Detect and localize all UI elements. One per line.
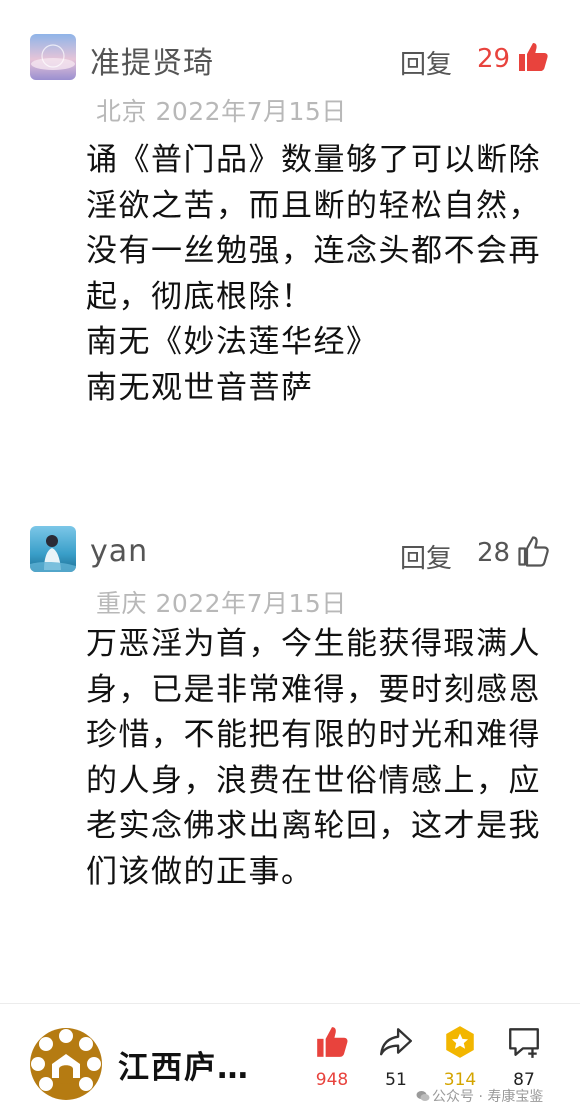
account-logo-icon[interactable] bbox=[28, 1026, 104, 1102]
user-avatar[interactable] bbox=[30, 34, 76, 80]
favorite-button[interactable]: 314 bbox=[428, 1004, 492, 1094]
thumbs-up-outline-icon[interactable] bbox=[516, 534, 550, 568]
comment-button[interactable]: 87 bbox=[492, 1004, 556, 1094]
watermark-text: 公众号 · 寿康宝鉴 bbox=[432, 1089, 544, 1105]
comment-location: 重庆 bbox=[96, 589, 148, 618]
bottom-action-bar: 江西庐… 948 51 314 87 公众号 · 寿康宝鉴 bbox=[0, 1004, 580, 1119]
thumbs-up-icon[interactable] bbox=[516, 40, 550, 74]
watermark: 公众号 · 寿康宝鉴 bbox=[416, 1086, 543, 1106]
comment-meta: 重庆 2022年7月15日 bbox=[96, 584, 347, 620]
like-button[interactable]: 948 bbox=[300, 1004, 364, 1094]
user-avatar[interactable] bbox=[30, 526, 76, 572]
comment-location: 北京 bbox=[96, 97, 148, 126]
comment-line: 诵《普门品》数量够了可以断除淫欲之苦，而且断的轻松自然，没有一丝勉强，连念头都不… bbox=[86, 142, 541, 315]
hexagon-star-icon bbox=[446, 1026, 474, 1058]
comment-line: 万恶淫为首，今生能获得瑕满人身，已是非常难得，要时刻感恩珍惜，不能把有限的时光和… bbox=[86, 626, 541, 890]
add-comment-icon bbox=[509, 1028, 539, 1058]
comment-date: 2022年7月15日 bbox=[155, 589, 347, 618]
comment-meta: 北京 2022年7月15日 bbox=[96, 92, 347, 128]
share-arrow-icon bbox=[380, 1028, 412, 1056]
comment-line: 南无《妙法莲华经》 bbox=[86, 324, 379, 360]
wechat-icon bbox=[416, 1091, 430, 1101]
comment-item: 准提贤琦 回复 29 北京 2022年7月15日 诵《普门品》数量够了可以断除淫… bbox=[0, 0, 580, 500]
comment-like-count: 29 bbox=[477, 44, 511, 74]
share-button[interactable]: 51 bbox=[364, 1004, 428, 1094]
comment-text: 万恶淫为首，今生能获得瑕满人身，已是非常难得，要时刻感恩珍惜，不能把有限的时光和… bbox=[86, 622, 546, 895]
reply-button[interactable]: 回复 bbox=[400, 44, 452, 81]
account-name[interactable]: 江西庐… bbox=[118, 1042, 250, 1087]
like-count: 948 bbox=[315, 1070, 349, 1090]
comment-item: yan 回复 28 重庆 2022年7月15日 万恶淫为首，今生能获得瑕满人身，… bbox=[0, 520, 580, 1000]
reply-button[interactable]: 回复 bbox=[400, 538, 452, 575]
comment-line: 南无观世音菩萨 bbox=[86, 369, 314, 406]
comment-like-count: 28 bbox=[477, 538, 511, 568]
thumbs-up-icon bbox=[317, 1027, 348, 1057]
username[interactable]: yan bbox=[90, 534, 148, 569]
comment-date: 2022年7月15日 bbox=[155, 97, 347, 126]
comment-text: 诵《普门品》数量够了可以断除淫欲之苦，而且断的轻松自然，没有一丝勉强，连念头都不… bbox=[86, 138, 546, 411]
username[interactable]: 准提贤琦 bbox=[90, 38, 214, 82]
